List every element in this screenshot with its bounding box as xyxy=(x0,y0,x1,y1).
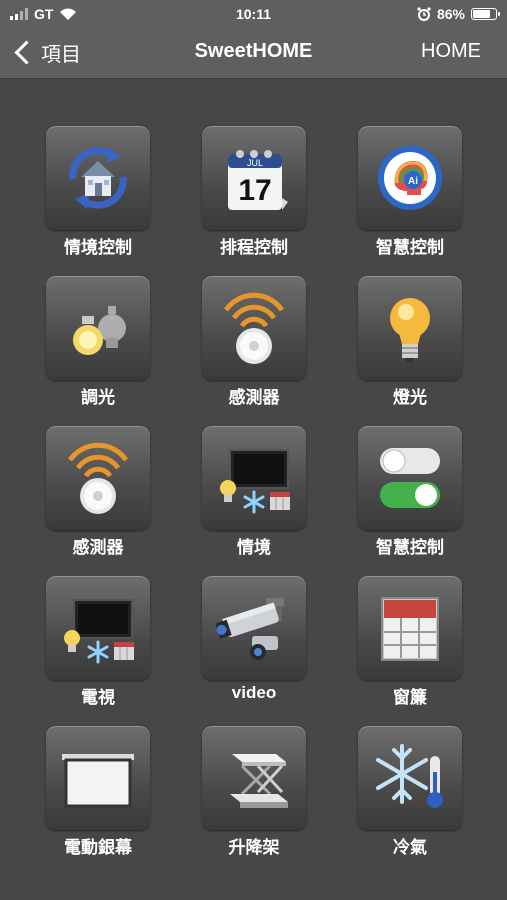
lift-icon xyxy=(202,726,306,830)
tile-label: 升降架 xyxy=(228,838,280,857)
tile-label: 冷氣 xyxy=(393,838,427,857)
scene-tv-icon xyxy=(202,426,306,530)
calendar-icon: JUL 17 xyxy=(202,126,306,230)
tile-label: 智慧控制 xyxy=(376,238,444,257)
tile-label: 電視 xyxy=(81,688,115,707)
cctv-camera-icon xyxy=(202,576,306,680)
sensor-icon xyxy=(202,276,306,380)
tile-calendar[interactable]: JUL 17 排程控制 xyxy=(202,126,306,258)
tile-scene-home[interactable]: 情境控制 xyxy=(46,126,150,258)
sensor-icon xyxy=(46,426,150,530)
tile-label: 情境 xyxy=(237,538,271,557)
tile-label: 燈光 xyxy=(393,388,427,407)
tile-ac-snowflake[interactable]: 冷氣 xyxy=(358,726,462,858)
tile-label: 感測器 xyxy=(228,388,280,407)
home-button[interactable]: HOME xyxy=(421,40,481,63)
tile-label: 排程控制 xyxy=(220,238,288,257)
tile-ai-brain[interactable]: Ai 智慧控制 xyxy=(358,126,462,258)
tile-cctv-camera[interactable]: video xyxy=(202,576,306,703)
tile-projector-screen[interactable]: 電動銀幕 xyxy=(46,726,150,858)
tile-lightbulb[interactable]: 燈光 xyxy=(358,276,462,408)
tile-label: 電動銀幕 xyxy=(64,838,132,857)
tile-lift[interactable]: 升降架 xyxy=(202,726,306,858)
tile-tv[interactable]: 電視 xyxy=(46,576,150,708)
ac-snowflake-icon xyxy=(358,726,462,830)
alarm-icon xyxy=(417,7,431,21)
scene-home-icon xyxy=(46,126,150,230)
ai-brain-icon: Ai xyxy=(358,126,462,230)
dimmer-bulbs-icon xyxy=(46,276,150,380)
lightbulb-icon xyxy=(358,276,462,380)
tile-curtain[interactable]: 窗簾 xyxy=(358,576,462,708)
tile-label: 情境控制 xyxy=(64,238,132,257)
tile-dimmer-bulbs[interactable]: 調光 xyxy=(46,276,150,408)
tile-label: 調光 xyxy=(81,388,115,407)
projector-screen-icon xyxy=(46,726,150,830)
curtain-icon xyxy=(358,576,462,680)
toggle-switches-icon xyxy=(358,426,462,530)
battery-icon xyxy=(471,8,500,20)
tile-toggle-switches[interactable]: 智慧控制 xyxy=(358,426,462,558)
calendar-day: 17 xyxy=(238,174,271,207)
status-right: 86% xyxy=(417,6,500,22)
tile-label: 感測器 xyxy=(72,538,124,557)
tv-icon xyxy=(46,576,150,680)
tile-scene-tv[interactable]: 情境 xyxy=(202,426,306,558)
tile-sensor[interactable]: 感測器 xyxy=(202,276,306,408)
status-bar: GT 10:11 86% xyxy=(0,0,507,28)
nav-bar: 項目 SweetHOME HOME xyxy=(0,28,507,79)
tile-label: 窗簾 xyxy=(393,688,427,707)
tile-sensor[interactable]: 感測器 xyxy=(46,426,150,558)
tile-label: 智慧控制 xyxy=(376,538,444,557)
calendar-month: JUL xyxy=(247,158,263,168)
battery-percent: 86% xyxy=(436,6,465,22)
ai-badge: Ai xyxy=(408,176,418,187)
tile-label: video xyxy=(231,683,277,702)
